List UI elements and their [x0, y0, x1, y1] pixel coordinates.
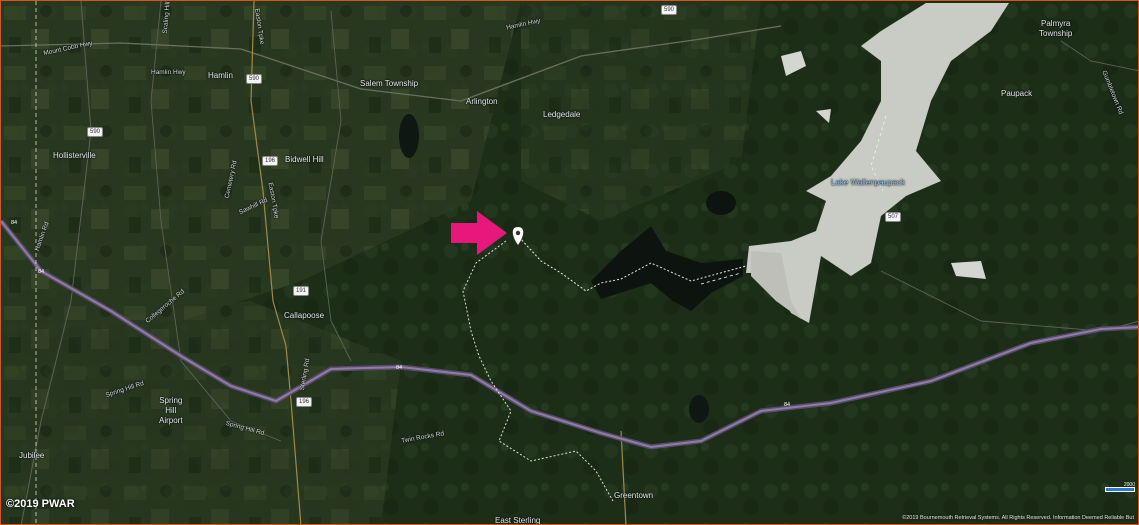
label-jubilee: Jubilee: [19, 451, 45, 460]
scale-bar: [1105, 487, 1135, 492]
map-imagery: [1, 1, 1138, 524]
interstate-84-shield-left: 84: [7, 216, 21, 229]
route-590-shield-top: 590: [661, 5, 678, 15]
route-590-shield-mid: 590: [246, 74, 263, 84]
satellite-map[interactable]: 590 590 590 196 191 196 507 84 84 84 84 …: [0, 0, 1139, 525]
label-salem-township: Salem Township: [360, 79, 419, 88]
label-spring-hill-airport: Spring Hill Airport: [159, 396, 183, 425]
route-196-shield-lower: 196: [296, 397, 313, 407]
map-scale: 2000: [1105, 482, 1135, 492]
label-greentown: Greentown: [614, 491, 654, 500]
label-lake-wallenpaupack: Lake Wallenpaupack: [831, 178, 905, 187]
label-hamlin-hwy-left: Hamlin Hwy: [151, 69, 186, 76]
map-attribution[interactable]: ©2019 Bournemouth Retrieval Systems. All…: [902, 515, 1134, 521]
route-191-shield: 191: [293, 286, 310, 296]
interstate-84-shield-far-left: 84: [34, 265, 48, 278]
route-507-shield: 507: [885, 212, 902, 222]
interstate-84-shield-right: 84: [780, 398, 794, 411]
label-bidwell-hill: Bidwell Hill: [285, 155, 324, 164]
copyright-text: ©2019 PWAR: [6, 498, 75, 510]
label-east-sterling: East Sterling: [495, 516, 541, 525]
label-hollisterville: Hollisterville: [53, 151, 96, 160]
label-palmyra-township: Palmyra Township: [1039, 19, 1073, 38]
label-paupack: Paupack: [1001, 89, 1033, 98]
route-196-shield: 196: [262, 156, 279, 166]
label-ledgedale: Ledgedale: [543, 110, 581, 119]
route-590-shield-left: 590: [87, 127, 104, 137]
interstate-84-shield-mid: 84: [392, 361, 406, 374]
label-arlington: Arlington: [466, 97, 498, 106]
label-hamlin: Hamlin: [208, 71, 233, 80]
label-callapoose: Callapoose: [284, 311, 325, 320]
